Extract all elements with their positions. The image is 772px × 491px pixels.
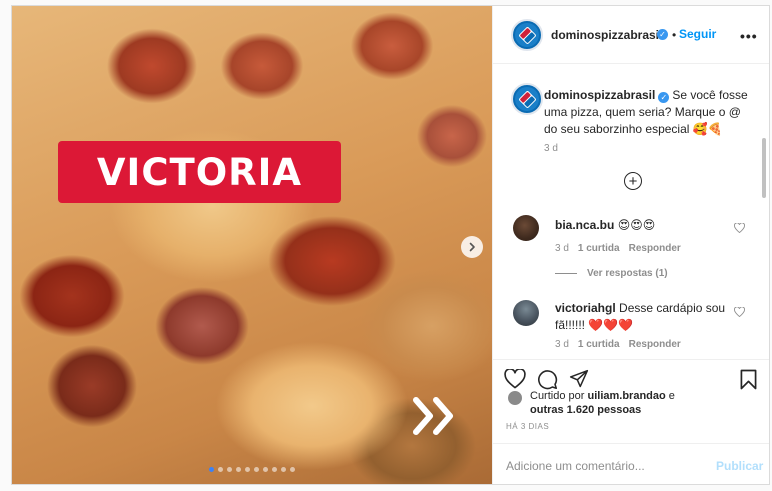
carousel-dot bbox=[290, 467, 295, 472]
comment-bubble-icon[interactable] bbox=[537, 369, 558, 390]
comment-time: 3 d bbox=[555, 339, 569, 350]
verified-badge-icon: ✓ bbox=[658, 92, 670, 103]
liked-prefix: Curtido por bbox=[530, 390, 585, 402]
comment-like-heart-icon[interactable] bbox=[734, 223, 745, 233]
share-paper-plane-icon[interactable] bbox=[569, 369, 589, 389]
post-time-ago[interactable]: HÁ 3 DIAS bbox=[506, 422, 549, 431]
chevron-right-icon bbox=[469, 242, 475, 252]
comment-username[interactable]: bia.nca.bu bbox=[555, 218, 614, 232]
pizza-name-banner: VICTORIA bbox=[58, 141, 341, 203]
caption-time: 3 d bbox=[544, 143, 558, 154]
follow-button[interactable]: Seguir bbox=[679, 27, 716, 41]
comments-list[interactable]: dominospizzabrasil ✓ Se você fosse uma piz… bbox=[493, 64, 769, 359]
post-side-panel: dominospizzabrasil ✓ • Seguir ••• domino… bbox=[492, 6, 769, 484]
dominos-chevron-logo bbox=[413, 397, 453, 435]
pizza-name-text: VICTORIA bbox=[96, 150, 303, 194]
carousel-dot bbox=[236, 467, 241, 472]
comment-username[interactable]: victoriahgl bbox=[555, 301, 616, 315]
carousel-dot bbox=[218, 467, 223, 472]
comment-like-heart-icon[interactable] bbox=[734, 307, 745, 317]
comment-likes[interactable]: 1 curtida bbox=[578, 243, 620, 254]
publish-button[interactable]: Publicar bbox=[716, 459, 763, 473]
carousel-indicator bbox=[209, 467, 295, 472]
carousel-dot bbox=[254, 467, 259, 472]
add-comment-input[interactable] bbox=[506, 457, 701, 475]
liked-user[interactable]: uiliam.brandao bbox=[587, 390, 665, 402]
post-caption: dominospizzabrasil ✓ Se você fosse uma piz… bbox=[544, 87, 749, 138]
carousel-dot bbox=[245, 467, 250, 472]
carousel-dot bbox=[263, 467, 268, 472]
commenter-avatar[interactable] bbox=[513, 300, 539, 326]
post-image[interactable]: VICTORIA bbox=[12, 6, 492, 484]
post-dialog: VICTORIA dominospizzabrasil ✓ • Seguir •… bbox=[11, 5, 770, 485]
add-comment-bar: Publicar bbox=[493, 443, 769, 484]
comment-text: 😍😍😍 bbox=[617, 218, 656, 232]
verified-badge-icon: ✓ bbox=[657, 29, 668, 40]
comment: victoriahgl Desse cardápio sou fã!!!!!! … bbox=[555, 300, 733, 334]
liked-by-text: Curtido por uiliam.brandao e outras 1.62… bbox=[530, 389, 675, 417]
carousel-dot bbox=[281, 467, 286, 472]
load-more-comments-icon[interactable]: + bbox=[624, 172, 642, 190]
liked-others[interactable]: outras 1.620 pessoas bbox=[530, 404, 641, 416]
save-bookmark-icon[interactable] bbox=[740, 369, 757, 390]
scrollbar-thumb[interactable] bbox=[762, 138, 766, 198]
comment: bia.nca.bu 😍😍😍 bbox=[555, 217, 735, 234]
more-options-icon[interactable]: ••• bbox=[740, 28, 758, 44]
like-heart-icon[interactable] bbox=[504, 369, 526, 389]
reply-button[interactable]: Responder bbox=[629, 339, 681, 350]
commenter-avatar[interactable] bbox=[513, 215, 539, 241]
caption-username[interactable]: dominospizzabrasil bbox=[544, 88, 655, 102]
caption-avatar[interactable] bbox=[511, 83, 543, 115]
carousel-dot bbox=[272, 467, 277, 472]
liked-conj: e bbox=[668, 390, 675, 402]
follow-separator: • bbox=[672, 28, 677, 42]
post-header: dominospizzabrasil ✓ • Seguir ••• bbox=[493, 6, 769, 64]
view-replies-button[interactable]: Ver respostas (1) bbox=[555, 268, 668, 279]
comment-likes[interactable]: 1 curtida bbox=[578, 339, 620, 350]
carousel-dot bbox=[209, 467, 214, 472]
comment-meta: 3 d 1 curtida Responder bbox=[555, 339, 681, 350]
account-avatar[interactable] bbox=[511, 19, 543, 51]
comment-time: 3 d bbox=[555, 243, 569, 254]
comment-meta: 3 d 1 curtida Responder bbox=[555, 243, 681, 254]
account-username[interactable]: dominospizzabrasil bbox=[551, 28, 662, 42]
next-slide-button[interactable] bbox=[461, 236, 483, 258]
carousel-dot bbox=[227, 467, 232, 472]
reply-button[interactable]: Responder bbox=[629, 243, 681, 254]
liker-avatar[interactable] bbox=[507, 390, 523, 406]
